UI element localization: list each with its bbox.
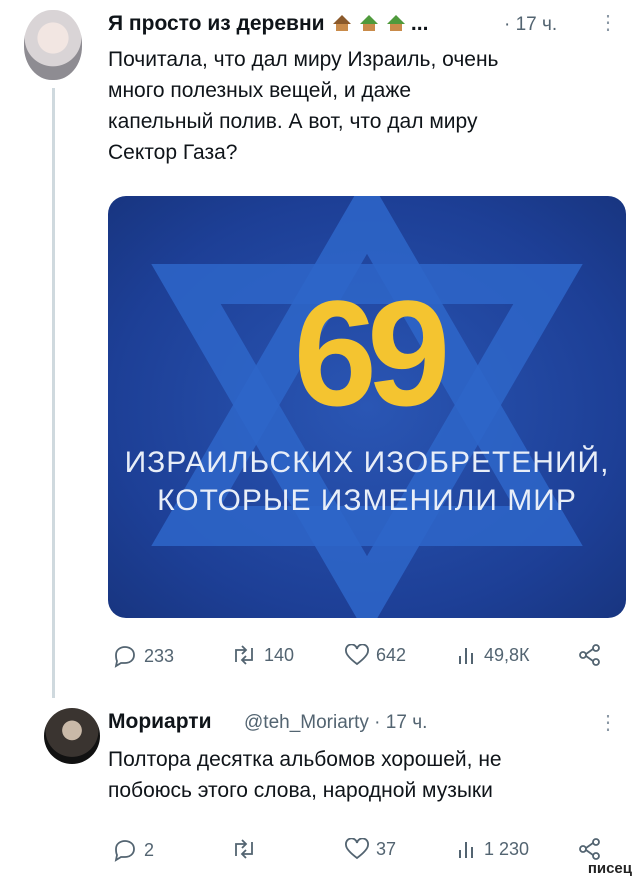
reply-like-button[interactable]: 37 <box>344 838 396 860</box>
tweet-timestamp[interactable]: · 17 ч. <box>504 14 557 36</box>
author-name[interactable]: Я просто из деревни ... <box>108 12 428 36</box>
tweet-text-line: Почитала, что дал миру Израиль, очень <box>108 48 499 71</box>
house-garden-emoji-icon <box>387 15 406 31</box>
site-watermark: писец <box>587 860 632 877</box>
share-icon <box>579 838 600 860</box>
like-count: 642 <box>376 644 407 665</box>
tweet-image-card[interactable]: 69 ИЗРАИЛЬСКИХ ИЗОБРЕТЕНИЙ, КОТОРЫЕ ИЗМЕ… <box>108 196 626 618</box>
reply-reply-button[interactable]: 2 <box>112 838 154 862</box>
reply-icon <box>114 646 135 668</box>
hut-emoji-icon <box>333 15 352 31</box>
reply-more-options-icon[interactable]: ⋮ <box>598 710 618 735</box>
reply-author-name[interactable]: Мориарти <box>108 710 211 734</box>
reply-icon <box>114 840 135 862</box>
views-chart-icon <box>459 648 473 664</box>
reply-button[interactable]: 233 <box>112 644 174 668</box>
retweet-icon <box>235 645 253 665</box>
retweet-icon <box>235 839 253 859</box>
reply-views-button[interactable]: 1 230 <box>456 838 529 860</box>
reply-timestamp: · 17 ч. <box>374 712 428 733</box>
reply-author-avatar[interactable] <box>44 708 100 764</box>
card-number: 69 <box>293 269 451 437</box>
author-avatar[interactable] <box>24 10 82 80</box>
views-count: 1 230 <box>484 838 530 859</box>
card-caption-line1: ИЗРАИЛЬСКИХ ИЗОБРЕТЕНИЙ, <box>124 446 610 479</box>
share-button[interactable] <box>578 644 608 666</box>
retweet-button[interactable]: 140 <box>230 644 294 666</box>
author-name-text: Я просто из деревни <box>108 12 325 35</box>
views-count: 49,8К <box>484 644 530 665</box>
tweet-text-line: много полезных вещей, и даже <box>108 79 412 102</box>
thread-connector <box>52 88 55 698</box>
tweet-text-line: капельный полив. А вот, что дал миру <box>108 110 478 133</box>
reply-count: 233 <box>144 645 175 666</box>
reply-text-line: Полтора десятка альбомов хорошей, не <box>108 748 502 771</box>
tweet-text-line: Сектор Газа? <box>108 141 238 164</box>
heart-icon <box>345 644 369 666</box>
reply-text: Полтора десятка альбомов хорошей, не поб… <box>108 744 502 806</box>
tweet-text: Почитала, что дал миру Израиль, очень мн… <box>108 44 499 168</box>
like-count: 37 <box>376 838 397 859</box>
like-button[interactable]: 642 <box>344 644 406 666</box>
card-caption-line2: КОТОРЫЕ ИЗМЕНИЛИ МИР <box>157 484 577 517</box>
views-chart-icon <box>459 842 473 858</box>
reply-share-button[interactable] <box>578 838 608 860</box>
reply-count: 2 <box>144 839 155 860</box>
reply-author-handle[interactable]: @teh_Moriarty · 17 ч. <box>244 712 427 734</box>
handle-text: @teh_Moriarty <box>244 712 369 733</box>
house-emoji-icon <box>360 15 379 31</box>
retweet-count: 140 <box>264 644 295 665</box>
reply-retweet-button[interactable] <box>230 838 264 860</box>
more-options-icon[interactable]: ⋮ <box>598 10 618 35</box>
heart-icon <box>345 838 369 860</box>
name-ellipsis: ... <box>410 12 429 35</box>
share-icon <box>579 644 600 666</box>
views-button[interactable]: 49,8К <box>456 644 530 666</box>
reply-text-line: побоюсь этого слова, народной музыки <box>108 779 493 802</box>
